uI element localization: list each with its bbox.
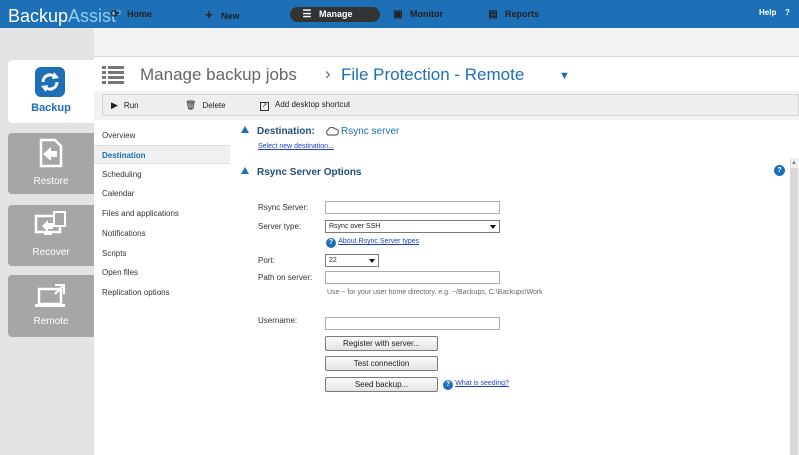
info-question-icon: ?: [326, 238, 336, 248]
help-link[interactable]: Help: [759, 8, 776, 17]
plus-icon: +: [205, 7, 213, 22]
what-is-seeding[interactable]: ? What is seeding?: [443, 378, 509, 390]
about-rsync-types[interactable]: ? About Rsync Server types: [326, 236, 419, 248]
path-hint: Use ~ for your user home directory. e.g.…: [327, 289, 543, 296]
job-list-icon: [102, 66, 124, 84]
recover-computer-icon: [34, 211, 66, 235]
dropdown-arrow-icon: [490, 225, 496, 229]
seed-backup-button[interactable]: Seed backup...: [325, 377, 438, 392]
port-label: Port:: [258, 256, 275, 265]
destination-header[interactable]: Destination:: [241, 126, 315, 137]
cloud-icon: [326, 127, 339, 136]
test-connection-button[interactable]: Test connection: [325, 356, 438, 371]
menu-replication-options[interactable]: Replication options: [94, 283, 230, 302]
menu-calendar[interactable]: Calendar: [94, 184, 230, 203]
nav-remote-label: Remote: [33, 316, 69, 327]
username-input[interactable]: [325, 317, 500, 330]
collapse-caret-icon: [241, 167, 249, 174]
collapse-caret-icon: [241, 126, 249, 133]
destination-value: Rsync server: [341, 126, 400, 137]
register-with-server-button[interactable]: Register with server...: [325, 336, 438, 351]
delete-button[interactable]: 🗑 Delete: [185, 99, 226, 112]
nav-restore[interactable]: Restore: [8, 133, 94, 194]
trash-icon: 🗑: [185, 100, 197, 110]
username-label: Username:: [258, 316, 298, 325]
menu-open-files[interactable]: Open files: [94, 263, 230, 282]
breadcrumb-separator: ›: [325, 64, 331, 83]
server-type-select[interactable]: Rsync over SSH: [325, 220, 500, 233]
nav-monitor-button[interactable]: ▣ Monitor: [391, 7, 443, 22]
restore-document-icon: [39, 138, 63, 168]
rsync-server-input[interactable]: [325, 201, 500, 214]
job-settings-menu: Overview Destination Scheduling Calendar…: [94, 120, 233, 455]
nav-recover-label: Recover: [32, 247, 70, 258]
remote-laptop-icon: [35, 284, 65, 307]
menu-destination[interactable]: Destination: [94, 145, 230, 164]
monitor-icon: ▣: [393, 9, 403, 20]
home-sync-icon: ⟳: [110, 9, 120, 20]
add-desktop-shortcut-button[interactable]: ↗ Add desktop shortcut: [260, 99, 350, 111]
nav-new-button[interactable]: + New: [202, 7, 239, 22]
server-type-label: Server type:: [258, 222, 302, 231]
path-on-server-label: Path on server:: [258, 273, 313, 282]
list-icon: ☰: [302, 9, 312, 20]
nav-backup[interactable]: Backup: [8, 60, 94, 123]
select-new-destination-link[interactable]: Select new destination...: [258, 143, 334, 150]
menu-scheduling[interactable]: Scheduling: [94, 165, 230, 184]
info-question-icon: ?: [443, 380, 453, 390]
shortcut-icon: ↗: [260, 102, 269, 111]
nav-reports-button[interactable]: ▤ Reports: [486, 7, 539, 22]
play-icon: ▶: [111, 100, 118, 110]
nav-restore-label: Restore: [33, 176, 69, 187]
scrollbar-thumb[interactable]: [791, 168, 798, 455]
path-on-server-input[interactable]: [325, 271, 500, 284]
nav-remote[interactable]: Remote: [8, 275, 94, 337]
menu-files-and-applications[interactable]: Files and applications: [94, 204, 230, 223]
nav-manage-button[interactable]: ☰ Manage: [290, 7, 380, 22]
scroll-up-arrow-icon[interactable]: ▲: [791, 160, 797, 166]
job-dropdown-icon[interactable]: ▼: [559, 70, 570, 82]
help-icon[interactable]: ?: [785, 8, 790, 17]
page-title: File Protection - Remote: [341, 65, 525, 84]
rsync-options-header[interactable]: Rsync Server Options: [241, 167, 361, 178]
nav-recover[interactable]: Recover: [8, 205, 94, 266]
rsync-server-label: Rsync Server:: [258, 203, 309, 212]
menu-scripts[interactable]: Scripts: [94, 244, 230, 263]
port-select[interactable]: 22: [325, 254, 379, 267]
report-clipboard-icon: ▤: [488, 9, 498, 20]
menu-overview[interactable]: Overview: [94, 126, 230, 145]
page-breadcrumb[interactable]: Manage backup jobs: [140, 65, 297, 85]
main-navbar: [94, 28, 799, 57]
nav-home-button[interactable]: ⟳ Home: [108, 7, 152, 22]
app-logo: BackupAssist®: [8, 6, 122, 26]
dropdown-arrow-icon: [369, 259, 375, 263]
menu-notifications[interactable]: Notifications: [94, 224, 230, 243]
backup-sync-icon: [35, 67, 65, 97]
nav-backup-label: Backup: [31, 102, 71, 114]
run-button[interactable]: ▶ Run: [111, 99, 139, 112]
help-question-icon[interactable]: ?: [774, 165, 785, 176]
